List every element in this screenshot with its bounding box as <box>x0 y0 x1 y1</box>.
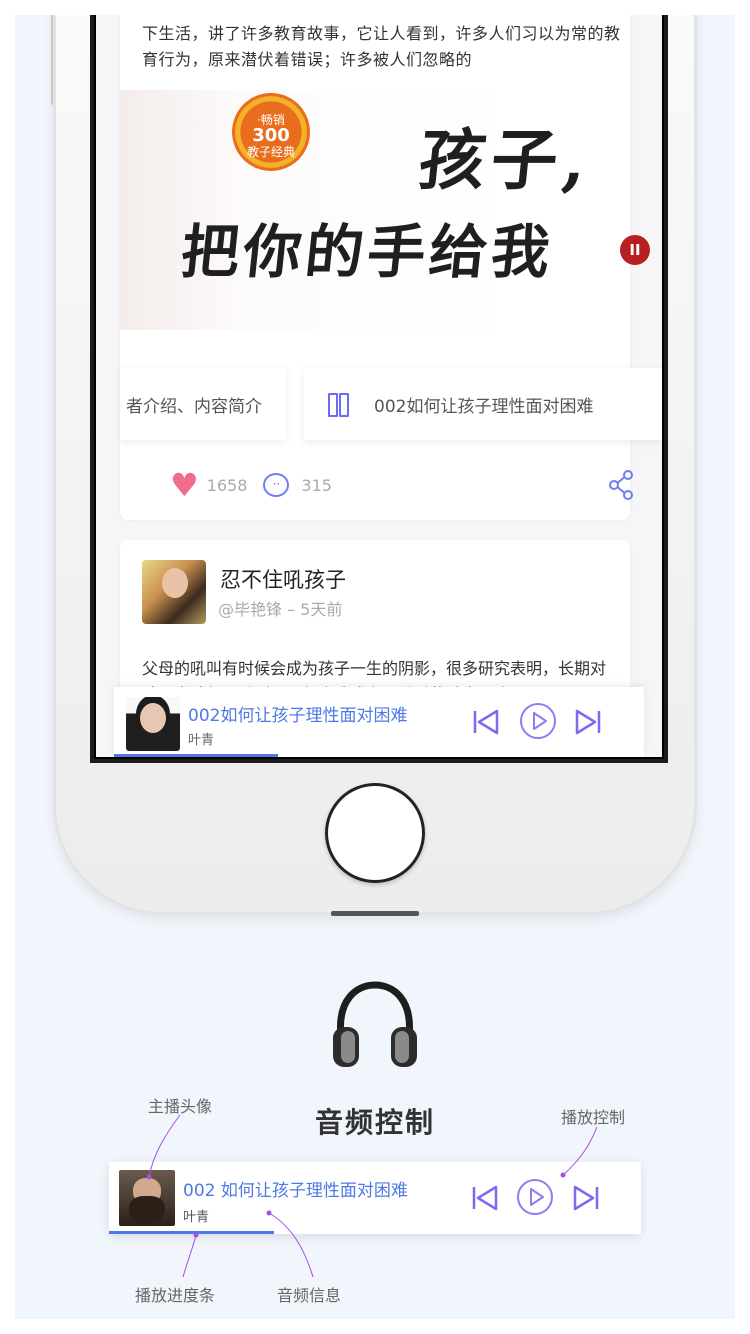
callout-progress: 播放进度条 <box>135 1286 216 1305</box>
phone-bottom-port <box>331 911 419 916</box>
next-track-icon[interactable] <box>574 709 602 735</box>
mini-player-host: 叶青 <box>188 733 215 748</box>
section-title: 音频控制 <box>314 1106 435 1139</box>
post-stats: ♥ 1658 ·· 315 <box>170 469 332 501</box>
next-track-icon[interactable] <box>572 1185 600 1211</box>
home-button[interactable] <box>325 783 425 883</box>
previous-track-icon[interactable] <box>471 1185 499 1211</box>
post-title[interactable]: 忍不住吼孩子 <box>220 564 346 594</box>
previous-track-icon[interactable] <box>472 709 500 735</box>
callout-info: 音频信息 <box>277 1286 342 1305</box>
player-host: 叶青 <box>183 1210 210 1225</box>
headphones-icon <box>333 981 417 1067</box>
feed-screen: 尹建莉，教育专家，从教多年，她的《好妈妈胜过好老师》紧贴当下生活，讲了许多教育故… <box>96 15 662 757</box>
play-icon[interactable] <box>516 1178 554 1216</box>
play-icon[interactable] <box>519 702 557 740</box>
heart-icon[interactable]: ♥ <box>170 469 199 501</box>
player-title: 002 如何让孩子理性面对困难 <box>183 1181 408 1201</box>
audio-player[interactable]: 002 如何让孩子理性面对困难 叶青 <box>109 1162 641 1234</box>
comment-count: 315 <box>301 475 332 495</box>
post-meta: @毕艳锋 – 5天前 <box>218 600 343 619</box>
tab-audio-episode[interactable]: 002如何让孩子理性面对困难 <box>304 368 662 440</box>
bestseller-badge: ·畅销 300 教子经典 <box>232 93 310 171</box>
author-avatar[interactable] <box>142 560 206 624</box>
mini-player-title: 002如何让孩子理性面对困难 <box>188 706 408 726</box>
phone-screen: 尹建莉，教育专家，从教多年，她的《好妈妈胜过好老师》紧贴当下生活，讲了许多教育故… <box>90 15 668 763</box>
stage: 尹建莉，教育专家，从教多年，她的《好妈妈胜过好老师》紧贴当下生活，讲了许多教育故… <box>15 15 735 1319</box>
host-avatar[interactable] <box>119 1170 175 1226</box>
book-volume-badge: II <box>620 235 650 265</box>
mini-progress-bar[interactable] <box>114 754 279 757</box>
tab-author-intro-label: 者介绍、内容简介 <box>126 396 262 417</box>
callout-controls: 播放控制 <box>561 1108 626 1127</box>
book-excerpt: 尹建莉，教育专家，从教多年，她的《好妈妈胜过好老师》紧贴当下生活，讲了许多教育故… <box>142 15 621 69</box>
host-avatar[interactable] <box>126 697 180 751</box>
like-count: 1658 <box>206 475 248 495</box>
mini-audio-player[interactable]: 002如何让孩子理性面对困难 叶青 <box>114 687 644 757</box>
book-card[interactable]: 尹建莉，教育专家，从教多年，她的《好妈妈胜过好老师》紧贴当下生活，讲了许多教育故… <box>120 15 662 520</box>
progress-bar[interactable] <box>109 1231 274 1234</box>
pause-icon[interactable] <box>328 393 349 417</box>
tab-audio-episode-label: 002如何让孩子理性面对困难 <box>374 396 594 417</box>
tab-author-intro[interactable]: 者介绍、内容简介 <box>120 368 286 440</box>
share-icon[interactable] <box>608 470 636 500</box>
book-title-line1: 孩子, <box>415 121 597 199</box>
callout-avatar: 主播头像 <box>148 1097 213 1116</box>
badge-line3: 教子经典 <box>246 145 295 159</box>
comment-icon[interactable]: ·· <box>263 473 290 497</box>
badge-line2: 300 <box>252 125 290 146</box>
book-title-line2: 把你的手给我 <box>177 218 558 286</box>
